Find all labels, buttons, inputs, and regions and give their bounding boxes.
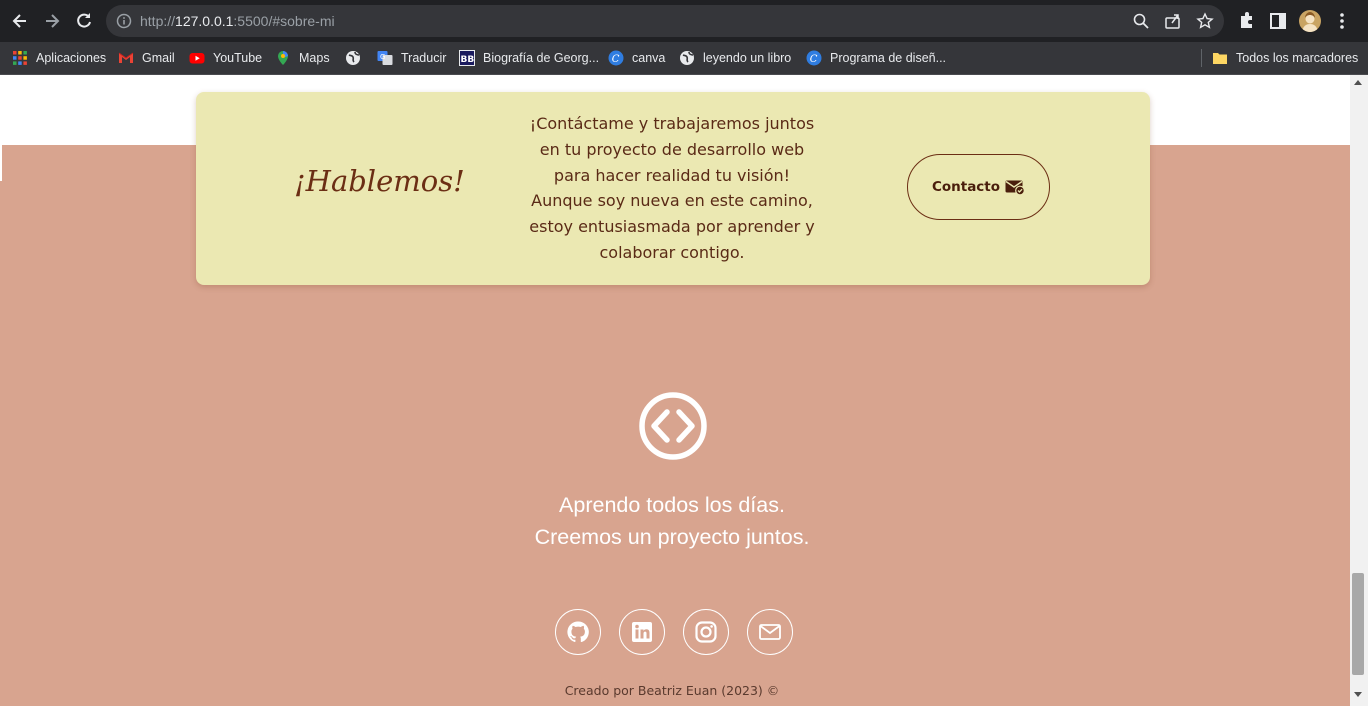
all-bookmarks[interactable]: Todos los marcadores: [1212, 48, 1358, 68]
footer-tagline: Aprendo todos los días. Creemos un proye…: [472, 489, 872, 553]
code-logo-icon: [639, 392, 707, 460]
globe-icon: [346, 51, 360, 65]
canva-icon: C: [608, 50, 624, 66]
url-host: 127.0.0.1: [175, 13, 234, 29]
zoom-icon[interactable]: [1132, 12, 1150, 30]
extensions-icon[interactable]: [1235, 10, 1257, 32]
social-links: [555, 609, 793, 655]
bookmark-label: Aplicaciones: [36, 51, 107, 65]
bookmarks-bar: Aplicaciones Gmail YouTube Maps G Traduc…: [0, 42, 1368, 75]
svg-text:C: C: [612, 54, 620, 65]
side-panel-icon[interactable]: [1267, 10, 1289, 32]
canva-icon: C: [806, 50, 822, 66]
contact-title: ¡Hablemos!: [294, 164, 465, 198]
profile-avatar[interactable]: [1299, 10, 1321, 32]
bookmark-programa[interactable]: C Programa de diseñ...: [806, 48, 946, 68]
bookmark-label: canva: [632, 51, 666, 65]
bookmark-biografia[interactable]: BB Biografía de Georg...: [459, 48, 599, 68]
github-icon: [567, 621, 589, 643]
bookmark-star-icon[interactable]: [1196, 12, 1214, 30]
svg-text:BB: BB: [461, 55, 475, 65]
bb-icon: BB: [459, 50, 475, 66]
linkedin-icon: [632, 622, 652, 642]
bookmark-gmail[interactable]: Gmail: [118, 48, 175, 68]
bookmark-label: Gmail: [142, 51, 175, 65]
contact-button[interactable]: Contacto: [907, 154, 1050, 220]
section-edge: [0, 145, 2, 181]
linkedin-link[interactable]: [619, 609, 665, 655]
url-text[interactable]: http://127.0.0.1:5500/#sobre-mi: [140, 13, 335, 29]
folder-icon: [1213, 53, 1227, 64]
address-bar[interactable]: http://127.0.0.1:5500/#sobre-mi: [106, 5, 1224, 37]
info-icon[interactable]: [116, 13, 132, 29]
page-viewport: ¡Hablemos! ¡Contáctame y trabajaremos ju…: [0, 75, 1350, 706]
svg-text:C: C: [810, 54, 818, 65]
menu-kebab-icon[interactable]: [1331, 10, 1353, 32]
tagline-line-1: Aprendo todos los días.: [559, 493, 785, 517]
bookmark-aplicaciones[interactable]: Aplicaciones: [12, 48, 106, 68]
bookmark-label: Biografía de Georg...: [483, 51, 600, 65]
bookmark-youtube[interactable]: YouTube: [189, 48, 262, 68]
bookmark-canva[interactable]: C canva: [608, 48, 665, 68]
gmail-icon: [118, 52, 134, 63]
share-icon[interactable]: [1164, 12, 1182, 30]
scrollbar-thumb[interactable]: [1352, 573, 1364, 675]
envelope-check-icon: [1005, 180, 1025, 195]
scroll-down-arrow[interactable]: [1354, 692, 1362, 697]
apps-grid-icon: [13, 51, 27, 65]
tagline-line-2: Creemos un proyecto juntos.: [534, 525, 810, 549]
contact-card: ¡Hablemos! ¡Contáctame y trabajaremos ju…: [196, 92, 1150, 285]
bookmark-label: YouTube: [213, 51, 263, 65]
mail-link[interactable]: [747, 609, 793, 655]
footer-credit: Creado por Beatriz Euan (2023) ©: [564, 683, 780, 698]
back-button[interactable]: [8, 9, 32, 33]
youtube-icon: [189, 53, 205, 64]
maps-pin-icon: [278, 51, 288, 65]
github-link[interactable]: [555, 609, 601, 655]
globe-icon: [680, 51, 694, 65]
bookmark-globe[interactable]: [345, 48, 369, 68]
all-bookmarks-label: Todos los marcadores: [1236, 51, 1359, 65]
bookmark-label: leyendo un libro: [703, 51, 792, 65]
scroll-up-arrow[interactable]: [1354, 80, 1362, 85]
svg-text:G: G: [380, 53, 385, 61]
avatar-icon: [1302, 12, 1318, 32]
instagram-link[interactable]: [683, 609, 729, 655]
forward-button[interactable]: [40, 9, 64, 33]
mail-icon: [759, 624, 781, 640]
bookmark-label: Traducir: [401, 51, 447, 65]
bookmarks-divider: [1201, 49, 1202, 67]
bookmark-maps[interactable]: Maps: [275, 48, 330, 68]
bookmark-traducir[interactable]: G Traducir: [377, 48, 446, 68]
reload-button[interactable]: [72, 9, 96, 33]
browser-toolbar: http://127.0.0.1:5500/#sobre-mi: [0, 0, 1368, 42]
url-path: :5500/#sobre-mi: [233, 13, 335, 29]
bookmark-leyendo[interactable]: leyendo un libro: [679, 48, 791, 68]
contact-text: ¡Contáctame y trabajaremos juntos en tu …: [529, 114, 815, 262]
contact-button-label: Contacto: [931, 179, 1001, 195]
translate-icon: G: [377, 51, 393, 65]
bookmark-label: Programa de diseñ...: [830, 51, 947, 65]
bookmark-label: Maps: [299, 51, 330, 65]
forward-arrow-icon: [46, 14, 60, 28]
url-prefix: http://: [140, 13, 176, 29]
instagram-icon: [695, 621, 717, 643]
reload-icon: [77, 13, 91, 28]
back-arrow-icon: [12, 14, 26, 28]
